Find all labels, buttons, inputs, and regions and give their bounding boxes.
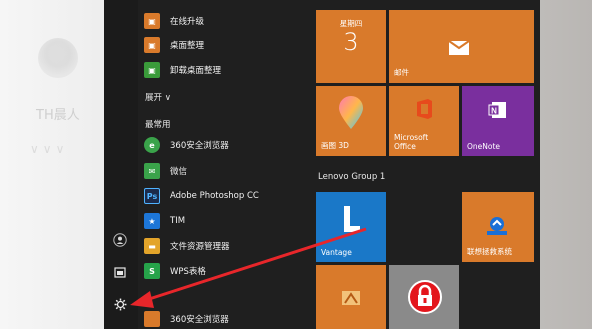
settings-button[interactable]: [108, 292, 132, 316]
ghost-avatar: [38, 38, 78, 78]
app-label: 在线升级: [170, 17, 205, 27]
app-label: Adobe Photoshop CC: [170, 191, 259, 201]
wps-sheet-icon: S: [144, 263, 160, 279]
mail-label: 邮件: [394, 68, 409, 77]
paint3d-tile[interactable]: 画图 3D: [316, 86, 386, 156]
lock-icon: [408, 280, 442, 314]
list-item[interactable]: ▣ 在线升级: [144, 10, 204, 32]
vantage-icon: [344, 206, 360, 232]
ghost-name: TH晨人: [36, 108, 80, 123]
app-label: 360安全浏览器: [170, 141, 229, 151]
onenote-tile[interactable]: N OneNote: [462, 86, 534, 156]
desktop-organize-icon: ▣: [144, 37, 160, 53]
list-item[interactable]: S WPS表格: [144, 260, 206, 282]
list-item[interactable]: ▣ 桌面整理: [144, 34, 204, 56]
photoshop-icon: Ps: [144, 188, 160, 204]
user-button[interactable]: [108, 228, 132, 252]
list-item[interactable]: ▣ 卸载桌面整理: [144, 59, 221, 81]
app-label: 文件资源管理器: [170, 242, 230, 252]
uninstall-icon: ▣: [144, 62, 160, 78]
office-icon: [417, 99, 432, 119]
svg-text:N: N: [491, 107, 497, 116]
desktop-ghost-content: TH晨人 ∨∨∨: [0, 0, 115, 329]
calendar-date: 3: [343, 28, 359, 56]
list-item[interactable]: ✉ 微信: [144, 160, 187, 182]
frequent-heading: 最常用: [145, 120, 171, 130]
office-label: Microsoft Office: [394, 133, 429, 151]
tim-icon: ★: [144, 213, 160, 229]
onenote-label: OneNote: [467, 142, 501, 151]
wechat-icon: ✉: [144, 163, 160, 179]
partial-tile-2[interactable]: [389, 265, 459, 329]
360-browser-icon: e: [144, 137, 160, 153]
list-item[interactable]: e 360安全浏览器: [144, 134, 229, 156]
app-label: 360安全浏览器: [170, 315, 229, 325]
360-browser-icon: [144, 311, 160, 327]
user-icon: [113, 233, 127, 247]
lenovo-rescue-label: 联想拯救系统: [467, 247, 512, 256]
mail-tile[interactable]: 邮件: [389, 10, 534, 83]
lenovo-rescue-tile[interactable]: 联想拯救系统: [462, 192, 534, 262]
file-explorer-icon: ▬: [144, 238, 160, 254]
paint3d-label: 画图 3D: [321, 141, 349, 150]
app-label: TIM: [170, 216, 186, 226]
app-label: WPS表格: [170, 267, 206, 277]
expand-toggle[interactable]: 展开 ∨: [145, 91, 171, 103]
calendar-tile[interactable]: 星期四 3: [316, 10, 386, 83]
onenote-icon: N: [488, 102, 506, 118]
rescue-icon: [487, 217, 507, 235]
ghost-marks: ∨∨∨: [30, 142, 69, 156]
tile-group-title: Lenovo Group 1: [318, 172, 386, 182]
app-label: 微信: [170, 167, 188, 177]
vantage-tile[interactable]: Vantage: [316, 192, 386, 262]
partial-tile-1[interactable]: [316, 265, 386, 329]
list-item[interactable]: Ps Adobe Photoshop CC: [144, 185, 259, 207]
app-label: 卸载桌面整理: [170, 66, 222, 76]
paint3d-icon: [339, 96, 363, 129]
documents-button[interactable]: [108, 260, 132, 284]
vantage-label: Vantage: [321, 248, 352, 257]
document-folder-icon: [114, 267, 126, 278]
gear-icon: [114, 298, 126, 310]
list-item[interactable]: ▬ 文件资源管理器: [144, 235, 230, 257]
list-item[interactable]: 360安全浏览器: [144, 310, 229, 328]
office-tile[interactable]: Microsoft Office: [389, 86, 459, 156]
list-item[interactable]: ★ TIM: [144, 210, 185, 232]
upgrade-icon: ▣: [144, 13, 160, 29]
tile-app-icon: [342, 291, 360, 305]
app-label: 桌面整理: [170, 41, 205, 51]
mail-icon: [448, 40, 470, 55]
